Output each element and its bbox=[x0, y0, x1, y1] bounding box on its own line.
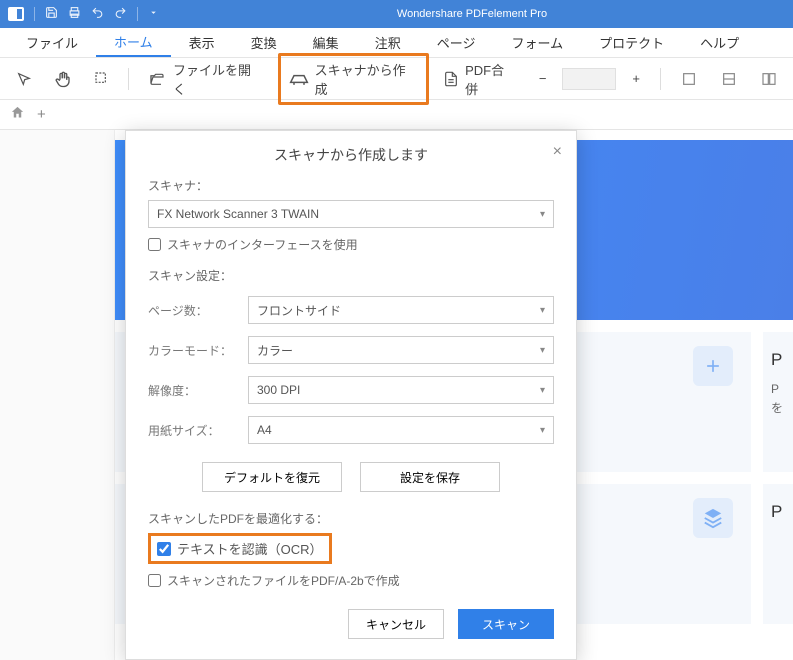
pdfa-checkbox[interactable] bbox=[148, 574, 161, 587]
new-tab-button[interactable]: + bbox=[37, 106, 46, 123]
menu-form[interactable]: フォーム bbox=[493, 29, 581, 56]
use-interface-label: スキャナのインターフェースを使用 bbox=[167, 236, 358, 253]
pages-label: ページ数： bbox=[148, 302, 248, 319]
pdf-merge-label: PDF合併 bbox=[465, 60, 517, 98]
create-from-scanner-button[interactable]: スキャナから作成 bbox=[278, 53, 430, 105]
ocr-checkbox-highlight: テキストを認識（OCR） bbox=[148, 533, 332, 564]
menu-page[interactable]: ページ bbox=[419, 29, 494, 56]
document-icon bbox=[443, 70, 459, 88]
cursor-tool-icon[interactable] bbox=[8, 67, 40, 91]
scanner-icon bbox=[289, 72, 309, 86]
scanner-label: スキャナ： bbox=[148, 177, 554, 194]
use-interface-checkbox[interactable]: スキャナのインターフェースを使用 bbox=[148, 236, 554, 253]
separator bbox=[128, 68, 129, 90]
ocr-checkbox[interactable] bbox=[157, 542, 171, 556]
menu-protect[interactable]: プロテクト bbox=[581, 29, 682, 56]
hand-tool-icon[interactable] bbox=[46, 66, 80, 92]
use-interface-input[interactable] bbox=[148, 238, 161, 251]
scanner-select[interactable]: FX Network Scanner 3 TWAIN ▾ bbox=[148, 200, 554, 228]
color-label: カラーモード： bbox=[148, 342, 248, 359]
open-file-label: ファイルを開く bbox=[173, 60, 264, 98]
print-icon[interactable] bbox=[68, 6, 81, 22]
close-button[interactable]: × bbox=[553, 143, 562, 161]
save-settings-button[interactable]: 設定を保存 bbox=[360, 462, 500, 492]
menu-convert[interactable]: 変換 bbox=[233, 29, 295, 56]
home-tab-icon[interactable] bbox=[10, 105, 25, 125]
separator bbox=[660, 68, 661, 90]
undo-icon[interactable] bbox=[91, 6, 104, 22]
zoom-out-button[interactable]: − bbox=[531, 67, 555, 90]
toolbar-right: − + bbox=[531, 67, 785, 91]
sidebar bbox=[0, 130, 115, 660]
save-icon[interactable] bbox=[45, 6, 58, 22]
card-title: P bbox=[771, 350, 785, 370]
ocr-label: テキストを認識（OCR） bbox=[177, 539, 323, 558]
menu-edit[interactable]: 編集 bbox=[295, 29, 357, 56]
layers-icon bbox=[693, 498, 733, 538]
paper-label: 用紙サイズ： bbox=[148, 422, 248, 439]
optimize-label: スキャンしたPDFを最適化する： bbox=[148, 510, 554, 527]
fit-width-icon[interactable] bbox=[673, 67, 705, 91]
restore-defaults-button[interactable]: デフォルトを復元 bbox=[202, 462, 342, 492]
menu-file[interactable]: ファイル bbox=[8, 29, 96, 56]
scan-button[interactable]: スキャン bbox=[458, 609, 554, 639]
resolution-select[interactable]: 300 DPI▾ bbox=[248, 376, 554, 404]
pdfa-checkbox-row[interactable]: スキャンされたファイルをPDF/A-2bで作成 bbox=[148, 572, 554, 589]
chevron-down-icon: ▾ bbox=[540, 425, 545, 436]
menu-annotate[interactable]: 注釈 bbox=[357, 29, 419, 56]
chevron-down-icon: ▾ bbox=[540, 385, 545, 396]
titlebar: Wondershare PDFelement Pro bbox=[0, 0, 793, 28]
pages-select[interactable]: フロントサイド▾ bbox=[248, 296, 554, 324]
tabbar: + bbox=[0, 100, 793, 130]
scanner-dialog: × スキャナから作成します スキャナ： FX Network Scanner 3… bbox=[125, 130, 577, 660]
open-file-button[interactable]: ファイルを開く bbox=[139, 56, 272, 102]
card-right[interactable]: P bbox=[763, 484, 793, 624]
titlebar-quick-actions bbox=[8, 6, 159, 22]
card-desc: Pを bbox=[771, 380, 785, 418]
separator bbox=[137, 7, 138, 21]
chevron-down-icon: ▾ bbox=[540, 305, 545, 316]
paper-select[interactable]: A4▾ bbox=[248, 416, 554, 444]
select-tool-icon[interactable] bbox=[86, 67, 118, 91]
menu-home[interactable]: ホーム bbox=[96, 28, 171, 57]
fit-page-icon[interactable] bbox=[713, 67, 745, 91]
resolution-label: 解像度： bbox=[148, 382, 248, 399]
chevron-down-icon: ▾ bbox=[540, 345, 545, 356]
folder-open-icon bbox=[147, 71, 167, 87]
scan-settings-label: スキャン設定： bbox=[148, 267, 554, 284]
app-logo-icon bbox=[8, 7, 24, 21]
window-title: Wondershare PDFelement Pro bbox=[159, 8, 785, 20]
dialog-title: スキャナから作成します bbox=[148, 145, 554, 165]
color-select[interactable]: カラー▾ bbox=[248, 336, 554, 364]
plus-icon bbox=[693, 346, 733, 386]
pdf-merge-button[interactable]: PDF合併 bbox=[435, 56, 525, 102]
pdfa-label: スキャンされたファイルをPDF/A-2bで作成 bbox=[167, 572, 400, 589]
card-title: P bbox=[771, 502, 785, 522]
from-scanner-label: スキャナから作成 bbox=[315, 60, 419, 98]
scanner-value: FX Network Scanner 3 TWAIN bbox=[157, 207, 319, 221]
menu-view[interactable]: 表示 bbox=[171, 29, 233, 56]
card-convert-pdf[interactable]: P Pを bbox=[763, 332, 793, 472]
zoom-select[interactable] bbox=[562, 68, 616, 90]
view-mode-icon[interactable] bbox=[753, 67, 785, 91]
cancel-button[interactable]: キャンセル bbox=[348, 609, 444, 639]
toolbar: ファイルを開く スキャナから作成 PDF合併 − + bbox=[0, 58, 793, 100]
chevron-down-icon: ▾ bbox=[540, 209, 545, 220]
redo-icon[interactable] bbox=[114, 6, 127, 22]
separator bbox=[34, 7, 35, 21]
menu-help[interactable]: ヘルプ bbox=[682, 29, 757, 56]
dropdown-icon[interactable] bbox=[148, 7, 159, 21]
zoom-in-button[interactable]: + bbox=[624, 67, 648, 90]
